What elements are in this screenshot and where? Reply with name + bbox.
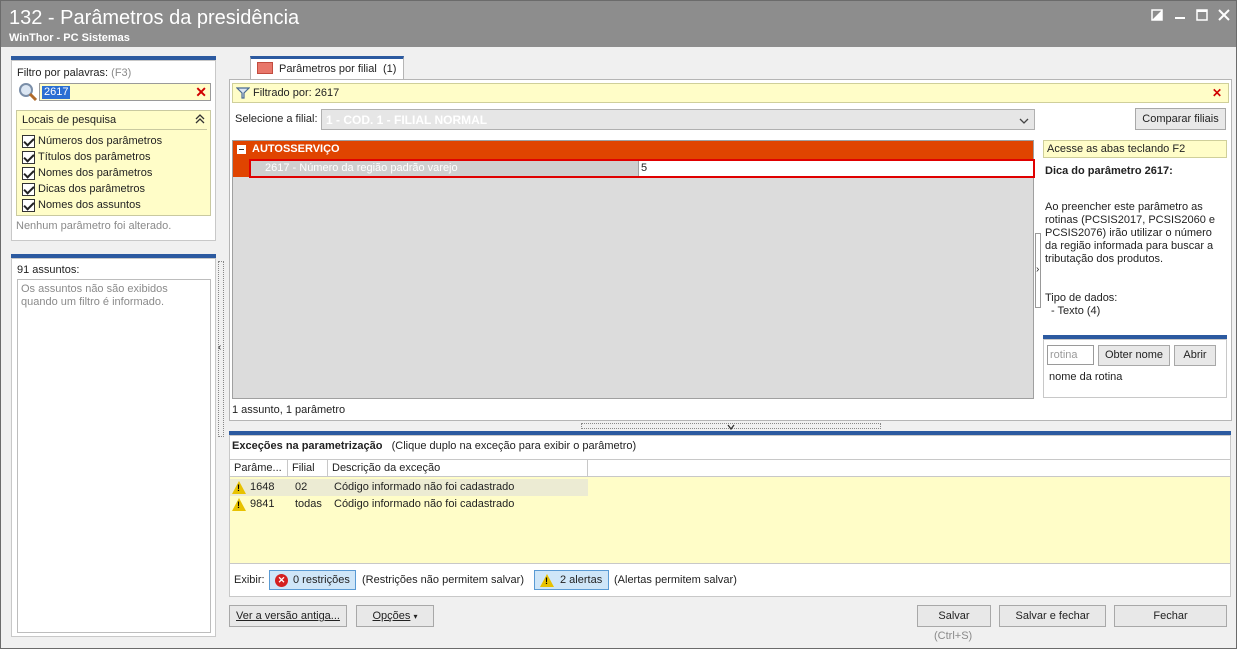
checkbox[interactable] <box>22 198 35 212</box>
search-value: 2617 <box>42 86 71 99</box>
filter-search-input[interactable]: 2617 ✕ <box>39 83 211 101</box>
search-icon <box>18 82 38 105</box>
subjects-note: Os assuntos não são exibidos quando um f… <box>21 283 168 308</box>
collapse-left-icon[interactable]: ‹ <box>218 342 221 353</box>
tab-parameters-by-branch[interactable]: Parâmetros por filial (1) <box>250 56 404 80</box>
get-name-button[interactable]: Obter nome <box>1098 345 1170 366</box>
remove-filter-icon[interactable]: ✕ <box>1212 86 1222 100</box>
exception-row[interactable]: 1648 02 Código informado não foi cadastr… <box>230 479 588 496</box>
search-locations-title: Locais de pesquisa <box>22 114 117 126</box>
rotina-name-label: nome da rotina <box>1049 371 1123 383</box>
clear-search-icon[interactable]: ✕ <box>195 84 207 101</box>
old-version-button[interactable]: Ver a versão antiga... <box>229 605 347 627</box>
compare-branches-button[interactable]: Comparar filiais <box>1135 108 1226 130</box>
close-icon[interactable] <box>1215 7 1233 25</box>
error-icon: ✕ <box>275 573 288 587</box>
filter-info-text: Filtrado por: 2617 <box>253 87 340 99</box>
minimize-icon[interactable] <box>1171 7 1189 25</box>
checkbox[interactable] <box>22 150 35 164</box>
tip-title: Dica do parâmetro 2617: <box>1045 165 1173 177</box>
divider <box>20 129 207 130</box>
subjects-count: 91 assuntos: <box>17 264 80 276</box>
collapse-group-icon[interactable] <box>237 144 246 154</box>
branch-select-label: Selecione a filial: <box>235 113 318 125</box>
column-branch[interactable]: Filial <box>288 460 328 477</box>
warning-icon <box>232 498 246 511</box>
exceptions-title: Exceções na parametrização (Clique duplo… <box>232 440 637 452</box>
expand-right-icon[interactable]: › <box>1036 264 1039 275</box>
save-shortcut: (Ctrl+S) <box>934 630 973 642</box>
restore-layout-icon[interactable] <box>1148 7 1166 25</box>
restrictions-toggle[interactable]: ✕ 0 restrições <box>269 570 356 590</box>
parameter-value-input[interactable]: 5 <box>638 161 1033 176</box>
save-and-close-button[interactable]: Salvar e fechar <box>999 605 1106 627</box>
branch-select[interactable]: 1 - COD. 1 - FILIAL NORMAL <box>321 109 1035 130</box>
show-label: Exibir: <box>234 574 265 586</box>
column-param[interactable]: Parâme... <box>230 460 288 477</box>
checkbox-parameter-titles[interactable]: Títulos dos parâmetros <box>22 149 151 165</box>
alerts-toggle[interactable]: 2 alertas <box>534 570 609 590</box>
data-type-label: Tipo de dados: <box>1045 292 1118 304</box>
app-window: 132 - Parâmetros da presidência WinThor … <box>0 0 1237 649</box>
parameter-row-2617[interactable]: 2617 - Número da região padrão varejo 5 <box>249 159 1035 178</box>
tabs-hint: Acesse as abas teclando F2 <box>1043 140 1227 158</box>
subjects-list[interactable]: Os assuntos não são exibidos quando um f… <box>17 279 211 633</box>
checkbox-parameter-numbers[interactable]: Números dos parâmetros <box>22 133 162 149</box>
folder-icon <box>257 62 273 74</box>
exceptions-header: Parâme... Filial Descrição da exceção <box>230 460 1230 477</box>
funnel-icon <box>235 86 251 103</box>
column-description[interactable]: Descrição da exceção <box>328 460 588 477</box>
rotina-input[interactable]: rotina <box>1047 345 1094 365</box>
parameters-grid: AUTOSSERVIÇO 2617 - Número da região pad… <box>232 140 1035 399</box>
title-bar: 132 - Parâmetros da presidência WinThor … <box>1 1 1236 47</box>
checkbox-subject-names[interactable]: Nomes dos assuntos <box>22 197 141 213</box>
chevron-down-icon <box>1019 114 1029 128</box>
window-title: 132 - Parâmetros da presidência <box>9 7 300 29</box>
exceptions-grid: Parâme... Filial Descrição da exceção 16… <box>229 459 1231 564</box>
save-button[interactable]: Salvar <box>917 605 991 627</box>
warning-icon <box>232 481 246 494</box>
collapse-chevron-icon[interactable] <box>195 114 205 127</box>
checkbox-parameter-names[interactable]: Nomes dos parâmetros <box>22 165 152 181</box>
checkbox[interactable] <box>22 182 35 196</box>
close-button[interactable]: Fechar <box>1114 605 1227 627</box>
tip-text: Ao preencher este parâmetro as rotinas (… <box>1045 201 1215 265</box>
checkbox[interactable] <box>22 134 35 148</box>
grid-summary: 1 assunto, 1 parâmetro <box>232 404 346 416</box>
restrictions-note: (Restrições não permitem salvar) <box>362 574 524 586</box>
filter-label: Filtro por palavras: (F3) <box>17 67 132 79</box>
options-button[interactable]: Opções ▾ <box>356 605 434 627</box>
window-subtitle: WinThor - PC Sistemas <box>9 32 130 44</box>
checkbox-parameter-tips[interactable]: Dicas dos parâmetros <box>22 181 145 197</box>
change-status-text: Nenhum parâmetro foi alterado. <box>16 220 172 232</box>
checkbox[interactable] <box>22 166 35 180</box>
maximize-icon[interactable] <box>1193 7 1211 25</box>
search-locations-box: Locais de pesquisa Números dos parâmetro… <box>16 110 211 216</box>
exception-row[interactable]: 9841 todas Código informado não foi cada… <box>230 496 588 513</box>
group-title: AUTOSSERVIÇO <box>252 143 340 155</box>
parameter-name: 2617 - Número da região padrão varejo <box>265 162 458 174</box>
open-button[interactable]: Abrir <box>1174 345 1216 366</box>
dropdown-arrow-icon: ▾ <box>413 612 418 621</box>
data-type-value: - Texto (4) <box>1051 305 1101 317</box>
warning-icon <box>540 573 554 587</box>
filter-info-bar: Filtrado por: 2617 ✕ <box>232 83 1229 103</box>
alerts-note: (Alertas permitem salvar) <box>614 574 737 586</box>
